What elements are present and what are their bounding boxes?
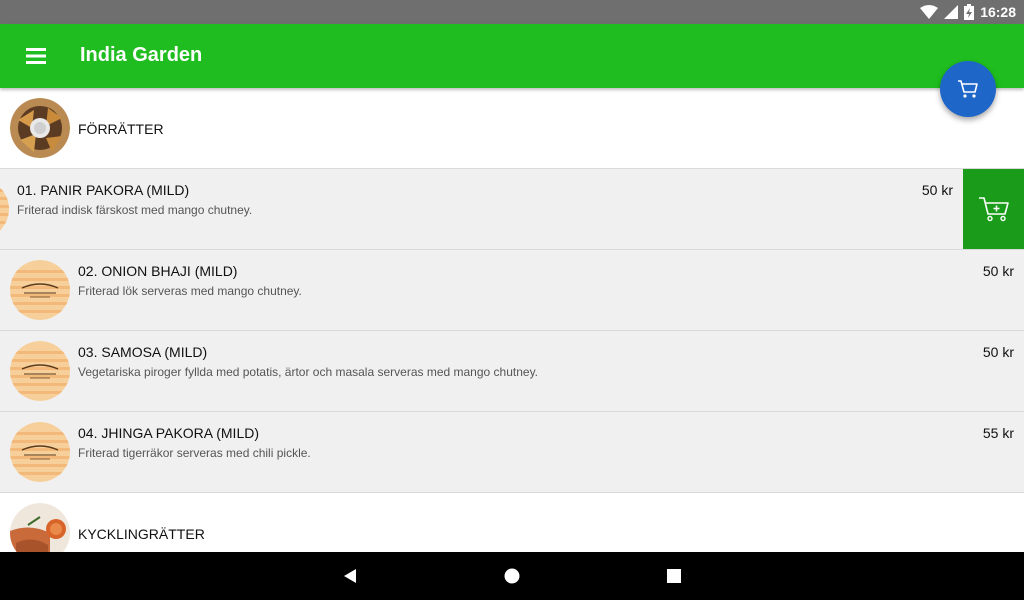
menu-item-samosa[interactable]: 03. SAMOSA (MILD) Vegetariska piroger fy… [0,331,1024,412]
home-icon[interactable] [500,564,524,588]
cart-fab-button[interactable] [940,61,996,117]
item-name: 01. PANIR PAKORA (MILD) [17,182,190,198]
menu-item-panir-pakora[interactable]: 01. PANIR PAKORA (MILD) Friterad indisk … [0,169,1024,250]
signal-icon [944,5,959,19]
item-price: 50 kr [982,344,1014,360]
item-name: 03. SAMOSA (MILD) [78,344,208,360]
add-to-cart-button[interactable] [963,169,1024,249]
menu-list[interactable]: FÖRRÄTTER 01. PANIR PAKORA (MILD) Friter… [0,88,1024,552]
menu-item-jhinga-pakora[interactable]: 04. JHINGA PAKORA (MILD) Friterad tigerr… [0,412,1024,493]
item-price: 50 kr [982,263,1014,279]
status-icons: 16:28 [920,0,1016,24]
india-garden-logo [10,422,70,482]
item-name: 02. ONION BHAJI (MILD) [78,263,238,279]
hamburger-menu-icon[interactable] [22,44,50,68]
recents-icon[interactable] [662,564,686,588]
menu-item-onion-bhaji[interactable]: 02. ONION BHAJI (MILD) Friterad lök serv… [0,250,1024,331]
category-label: KYCKLINGRÄTTER [78,526,205,542]
clock: 16:28 [980,4,1016,20]
app-bar: India Garden [0,24,1024,88]
chicken-dish-image [10,503,70,552]
item-description: Friterad tigerräkor serveras med chili p… [78,446,311,460]
category-header-forratter[interactable]: FÖRRÄTTER [0,88,1024,169]
cart-icon [958,80,978,98]
wifi-icon [920,5,939,19]
category-header-kycklingratter[interactable]: KYCKLINGRÄTTER [0,493,1024,552]
app-title: India Garden [80,44,203,66]
samosa-plate-image [10,98,70,158]
item-description: Friterad indisk färskost med mango chutn… [17,203,253,217]
india-garden-logo [0,179,9,239]
item-price: 50 kr [921,182,953,198]
back-icon[interactable] [338,564,362,588]
item-description: Vegetariska piroger fyllda med potatis, … [78,365,539,379]
india-garden-logo [10,341,70,401]
india-garden-logo [10,260,70,320]
battery-charging-icon [964,4,975,20]
category-label: FÖRRÄTTER [78,121,164,137]
navigation-bar [0,552,1024,600]
item-description: Friterad lök serveras med mango chutney. [78,284,302,298]
add-to-cart-icon [978,197,1009,222]
item-name: 04. JHINGA PAKORA (MILD) [78,425,260,441]
item-price: 55 kr [982,425,1014,441]
status-bar: 16:28 [0,0,1024,24]
